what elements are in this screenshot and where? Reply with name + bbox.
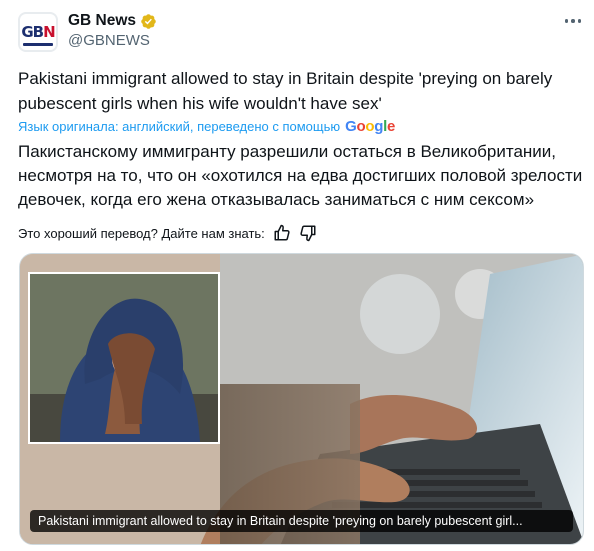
google-logo: Google: [345, 118, 396, 135]
avatar[interactable]: GBN: [18, 12, 58, 52]
logo-underline: [23, 43, 53, 46]
account-name[interactable]: GB News: [68, 12, 136, 30]
hooded-girl-photo: [28, 272, 220, 444]
media-caption: Pakistani immigrant allowed to stay in B…: [30, 510, 573, 532]
translation-feedback: Это хороший перевод? Дайте нам знать:: [18, 224, 317, 242]
account-handle[interactable]: @GBNEWS: [68, 32, 150, 49]
verified-badge-icon: [141, 13, 156, 29]
account-name-row[interactable]: GB News: [68, 12, 157, 30]
thumbs-up-icon[interactable]: [273, 224, 291, 242]
tweet-translated-text: Пакистанскому иммигранту разрешили остат…: [18, 142, 583, 209]
translation-note-text: Язык оригинала: английский, переведено с…: [18, 119, 341, 134]
thumbs-down-icon[interactable]: [299, 224, 317, 242]
more-horizontal-icon[interactable]: [562, 14, 584, 28]
tweet-media-image[interactable]: Pakistani immigrant allowed to stay in B…: [19, 253, 584, 545]
translation-note[interactable]: Язык оригинала: английский, переведено с…: [18, 118, 395, 135]
feedback-prompt: Это хороший перевод? Дайте нам знать:: [18, 225, 265, 241]
tweet-original-text: Pakistani immigrant allowed to stay in B…: [18, 69, 553, 113]
tweet-card: GBN GB News @GBNEWS Pakistani immigrant …: [0, 0, 594, 551]
